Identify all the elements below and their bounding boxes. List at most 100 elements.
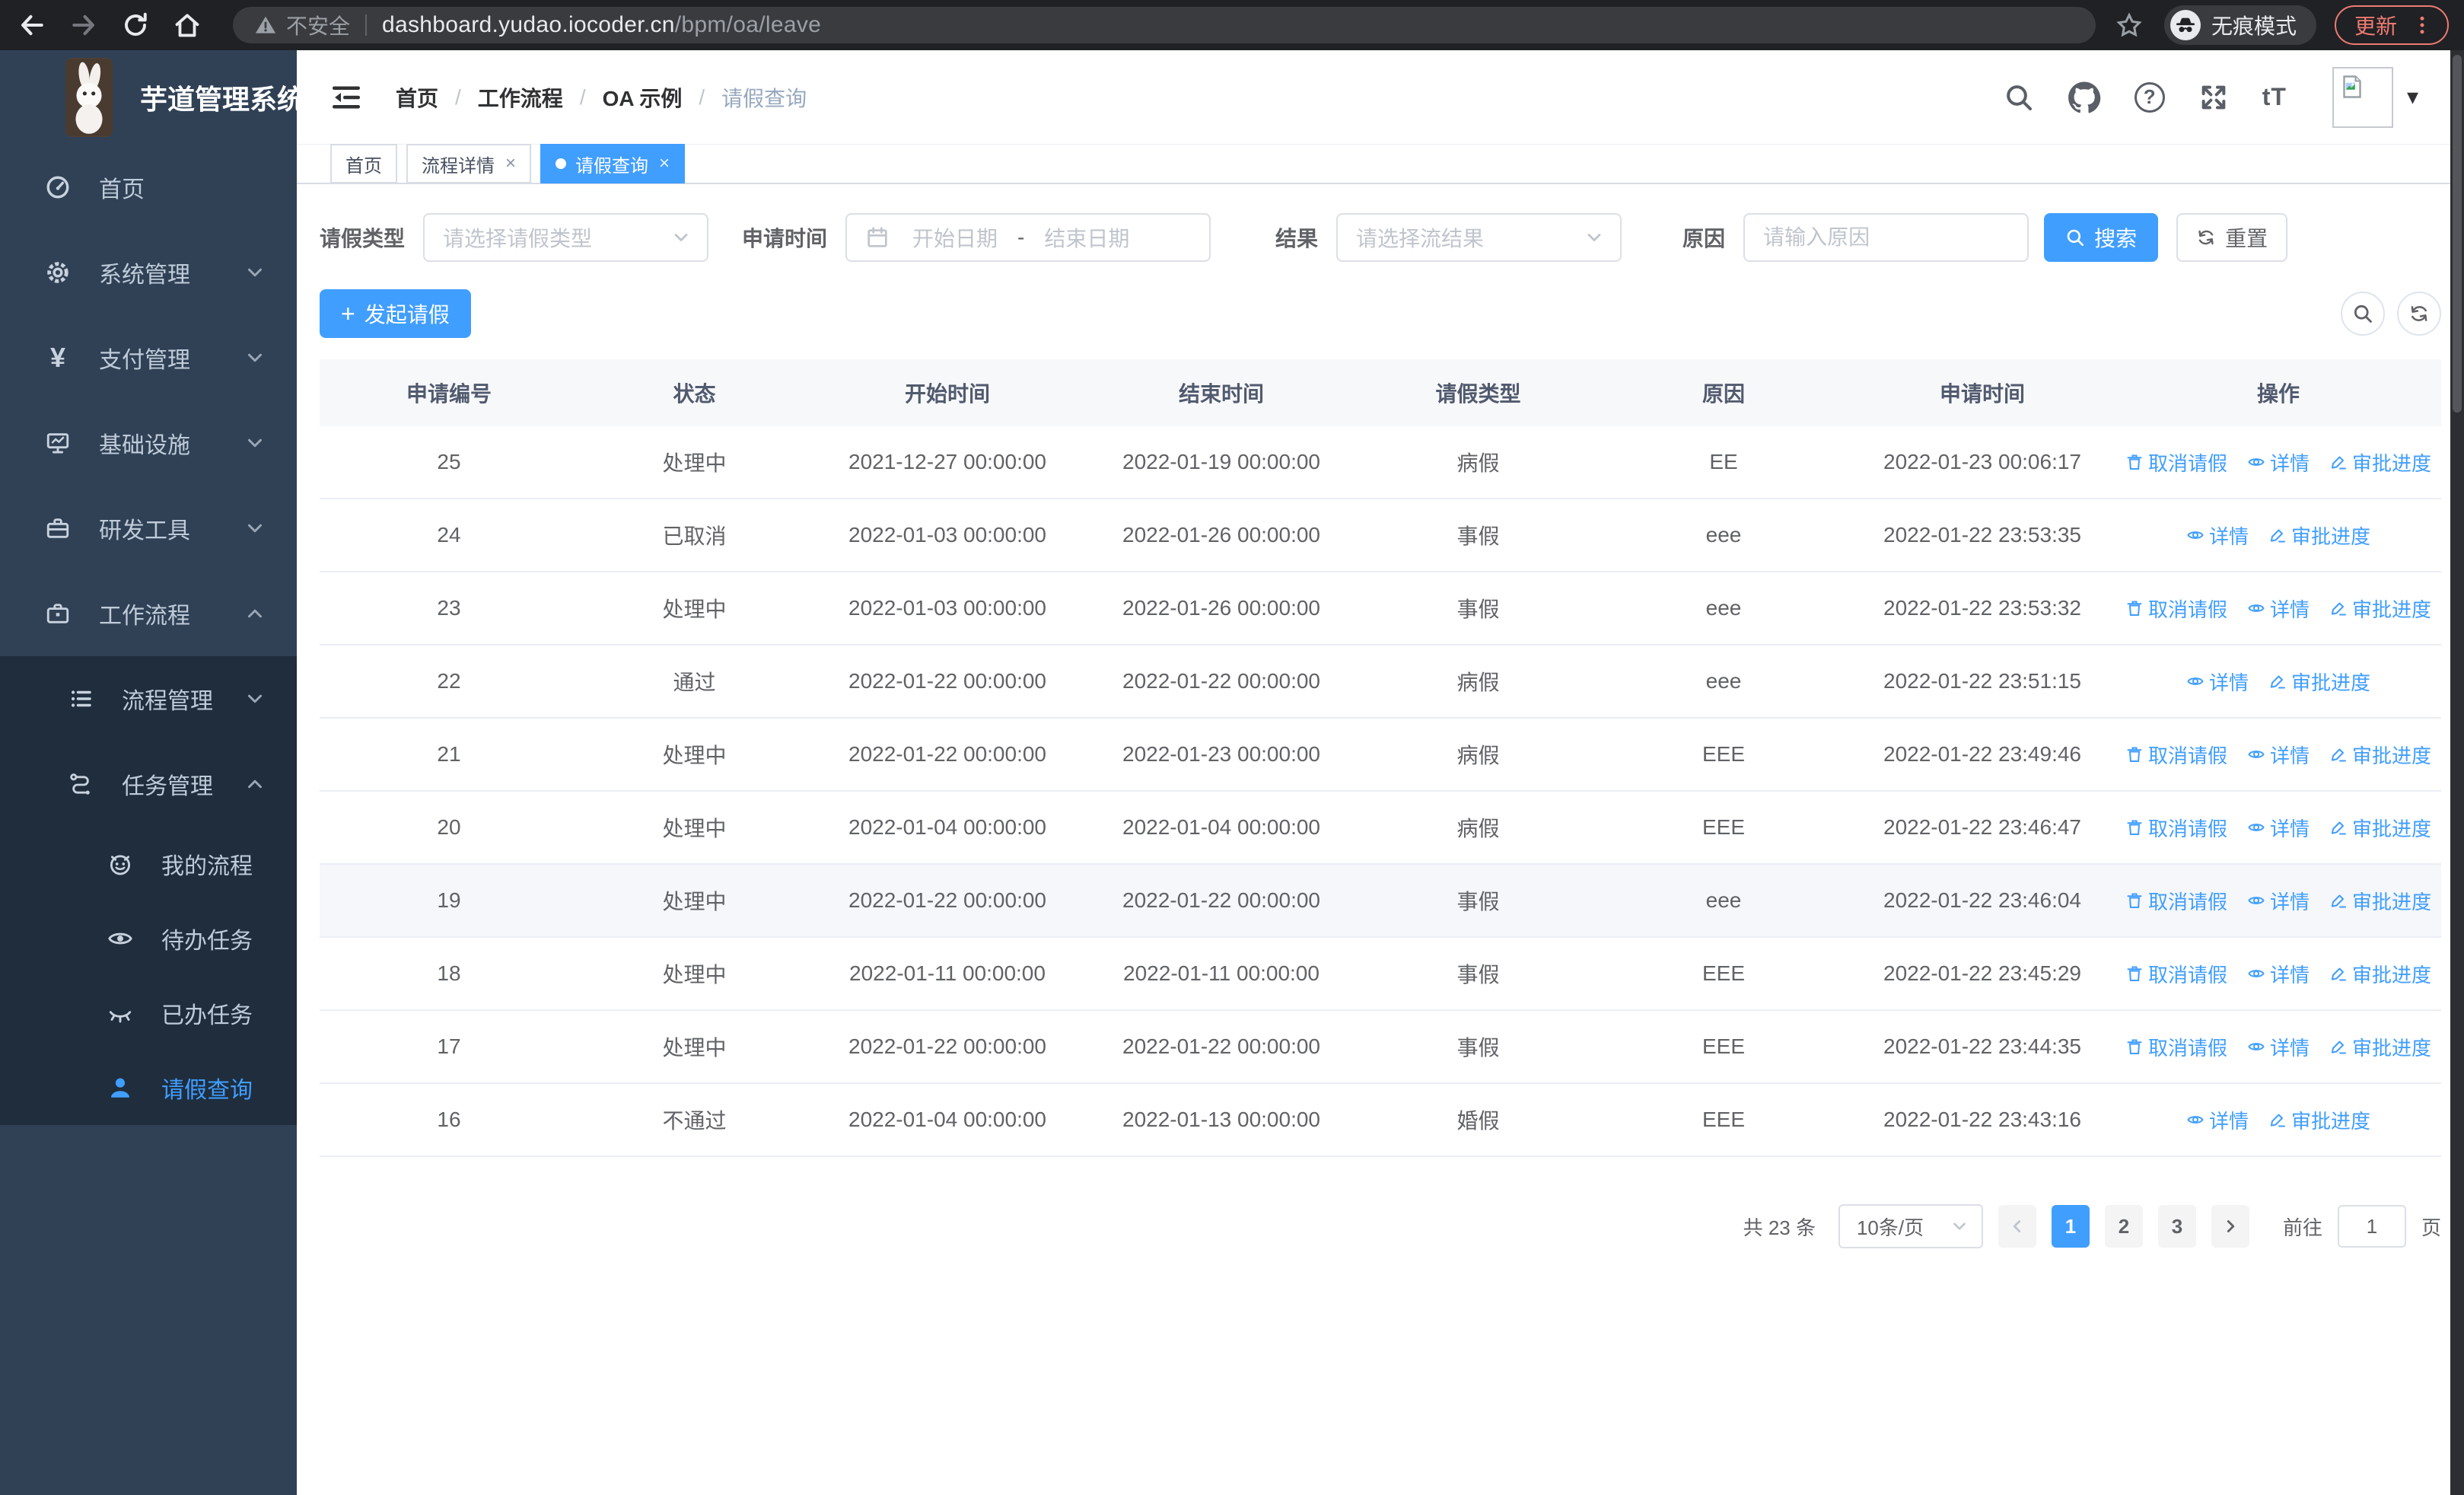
refresh-table-button[interactable]: [2397, 292, 2441, 336]
sidebar-item-leave-query[interactable]: 请假查询: [0, 1050, 297, 1125]
sidebar-item-home[interactable]: 首页: [0, 145, 297, 230]
approval-progress-link[interactable]: 审批进度: [2329, 1033, 2431, 1061]
page-button-2[interactable]: 2: [2104, 1205, 2143, 1248]
row-actions: 取消请假 详情 审批进度: [2123, 448, 2434, 477]
sidebar-item-process-management[interactable]: 流程管理: [0, 656, 297, 741]
reason-input[interactable]: [1763, 225, 2010, 250]
avatar-caret-down-icon[interactable]: ▾: [2407, 84, 2418, 110]
breadcrumb-oa-example[interactable]: OA 示例: [603, 82, 683, 113]
page-button-1[interactable]: 1: [2051, 1205, 2090, 1248]
approval-progress-link[interactable]: 审批进度: [2329, 448, 2431, 477]
tab-leave-query[interactable]: 请假查询 ×: [540, 144, 686, 183]
detail-link[interactable]: 详情: [2186, 521, 2249, 550]
page-size-select[interactable]: 10条/页: [1838, 1204, 1983, 1248]
detail-link[interactable]: 详情: [2247, 814, 2310, 842]
cell-status: 处理中: [662, 1036, 727, 1060]
breadcrumb-workflow[interactable]: 工作流程: [478, 82, 563, 113]
table-row: 16 不通过 2022-01-04 00:00:00 2022-01-13 00…: [320, 1084, 2441, 1157]
browser-update-button[interactable]: 更新: [2334, 5, 2449, 45]
browser-reload-button[interactable]: [119, 8, 152, 42]
header-search-icon[interactable]: [2004, 82, 2034, 113]
sidebar-item-infrastructure[interactable]: 基础设施: [0, 400, 297, 486]
sidebar: 芋道管理系统 首页 系统管理 ¥ 支付管理 基础设施 研发工具 工作流程 流程管…: [0, 50, 304, 1495]
address-bar[interactable]: 不安全 dashboard.yudao.iocoder.cn/bpm/oa/le…: [233, 7, 2096, 43]
breadcrumb-home[interactable]: 首页: [396, 82, 438, 113]
leave-type-select[interactable]: 请选择请假类型: [423, 213, 709, 262]
sidebar-item-done-tasks[interactable]: 已办任务: [0, 976, 297, 1050]
scrollbar-thumb[interactable]: [2453, 55, 2462, 413]
create-leave-button[interactable]: + 发起请假: [320, 289, 471, 338]
close-icon[interactable]: ×: [505, 153, 516, 174]
browser-toolbar: 不安全 dashboard.yudao.iocoder.cn/bpm/oa/le…: [0, 0, 2464, 50]
approval-progress-link[interactable]: 审批进度: [2329, 960, 2431, 988]
cancel-leave-link[interactable]: 取消请假: [2125, 960, 2227, 988]
cancel-leave-link[interactable]: 取消请假: [2125, 448, 2227, 477]
sidebar-item-dev-tools[interactable]: 研发工具: [0, 486, 297, 571]
cell-reason: EEE: [1702, 1034, 1746, 1058]
detail-link[interactable]: 详情: [2247, 887, 2310, 915]
cancel-leave-link[interactable]: 取消请假: [2125, 887, 2227, 915]
site-security-indicator[interactable]: 不安全: [254, 10, 350, 40]
goto-page-input[interactable]: [2337, 1205, 2406, 1248]
toggle-search-button[interactable]: [2341, 292, 2385, 336]
reset-button[interactable]: 重置: [2176, 213, 2288, 262]
detail-link[interactable]: 详情: [2247, 741, 2310, 769]
pen-icon: [2268, 526, 2287, 544]
cancel-leave-link[interactable]: 取消请假: [2125, 741, 2227, 769]
detail-link[interactable]: 详情: [2247, 1033, 2310, 1061]
close-icon[interactable]: ×: [659, 153, 670, 174]
browser-home-button[interactable]: [170, 8, 204, 42]
approval-progress-link[interactable]: 审批进度: [2268, 1106, 2370, 1134]
approval-progress-link[interactable]: 审批进度: [2329, 741, 2431, 769]
detail-link[interactable]: 详情: [2247, 594, 2310, 623]
approval-progress-link[interactable]: 审批进度: [2268, 521, 2370, 550]
approval-progress-link[interactable]: 审批进度: [2329, 814, 2431, 842]
help-icon[interactable]: ?: [2134, 81, 2165, 113]
sidebar-fold-icon[interactable]: [330, 81, 362, 113]
eye-open-icon: [107, 926, 134, 952]
font-size-icon[interactable]: tT: [2262, 83, 2287, 111]
sidebar-item-todo-tasks[interactable]: 待办任务: [0, 901, 297, 976]
tab-home[interactable]: 首页: [330, 144, 397, 183]
detail-link[interactable]: 详情: [2247, 960, 2310, 988]
tab-process-detail[interactable]: 流程详情 ×: [406, 144, 532, 183]
briefcase-icon: [44, 601, 72, 626]
apply-time-range-picker[interactable]: 开始日期 - 结束日期: [845, 213, 1211, 262]
detail-link[interactable]: 详情: [2247, 448, 2310, 477]
sidebar-item-task-management[interactable]: 任务管理: [0, 741, 297, 827]
detail-link[interactable]: 详情: [2186, 668, 2249, 696]
approval-progress-link[interactable]: 审批进度: [2268, 668, 2370, 696]
cell-end-time: 2022-01-22 00:00:00: [1122, 888, 1320, 912]
column-header-status: 状态: [673, 382, 716, 406]
search-button[interactable]: 搜索: [2044, 213, 2159, 262]
cancel-leave-link[interactable]: 取消请假: [2125, 594, 2227, 623]
cancel-leave-link[interactable]: 取消请假: [2125, 1033, 2227, 1061]
github-icon[interactable]: [2068, 81, 2101, 114]
browser-back-button[interactable]: [15, 8, 49, 42]
app-logo[interactable]: 芋道管理系统: [0, 50, 304, 145]
detail-link[interactable]: 详情: [2186, 1106, 2249, 1134]
browser-forward-button[interactable]: [67, 8, 100, 42]
next-page-button[interactable]: [2211, 1205, 2249, 1248]
leave-table: 申请编号 状态 开始时间 结束时间 请假类型 原因 申请时间 操作 25 处理中…: [320, 359, 2441, 1157]
fullscreen-icon[interactable]: [2198, 82, 2229, 113]
person-icon: [107, 1075, 134, 1101]
cancel-leave-link[interactable]: 取消请假: [2125, 814, 2227, 842]
avatar[interactable]: [2332, 66, 2393, 128]
cell-applied-time: 2022-01-22 23:44:35: [1883, 1034, 2081, 1058]
sidebar-item-system-management[interactable]: 系统管理: [0, 230, 297, 315]
result-select[interactable]: 请选择流结果: [1336, 213, 1622, 262]
page-button-3[interactable]: 3: [2157, 1205, 2196, 1248]
approval-progress-link[interactable]: 审批进度: [2329, 887, 2431, 915]
pen-icon: [2329, 599, 2348, 617]
sidebar-item-my-processes[interactable]: 我的流程: [0, 827, 297, 901]
table-toolbar: + 发起请假: [320, 289, 2441, 338]
pagination: 共 23 条 10条/页 1 2 3 前往 页: [320, 1204, 2441, 1248]
page-url: dashboard.yudao.iocoder.cn/bpm/oa/leave: [382, 12, 822, 37]
cell-start-time: 2022-01-22 00:00:00: [848, 888, 1046, 912]
prev-page-button[interactable]: [1998, 1205, 2036, 1248]
sidebar-item-payment-management[interactable]: ¥ 支付管理: [0, 315, 297, 400]
sidebar-item-workflow[interactable]: 工作流程: [0, 571, 297, 656]
bookmark-star-icon[interactable]: [2115, 11, 2143, 39]
approval-progress-link[interactable]: 审批进度: [2329, 594, 2431, 623]
